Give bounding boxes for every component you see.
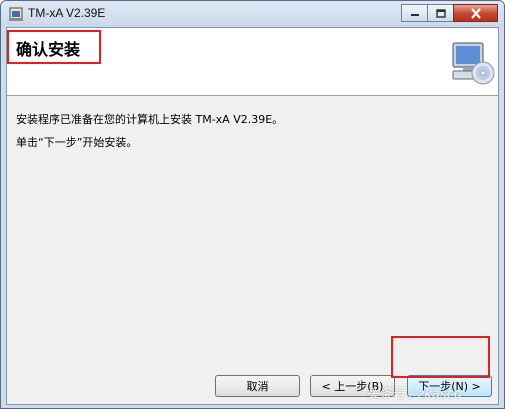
minimize-button[interactable] [401, 4, 428, 22]
next-highlight-box [391, 336, 490, 378]
watermark-text: 头条号 / zkasco [366, 387, 462, 402]
computer-cd-icon [452, 42, 495, 85]
maximize-icon [435, 8, 446, 18]
install-ready-text: 安装程序已准备在您的计算机上安装 TM-xA V2.39E。 [16, 113, 284, 126]
header-banner: 确认安装 [7, 28, 498, 96]
installer-app-icon [9, 7, 23, 21]
click-next-instruction: 单击“下一步”开始安装。 [16, 136, 138, 149]
title-bar[interactable]: TM-xA V2.39E [1, 1, 504, 27]
installer-window: TM-xA V2.39E 确认安装 安装程序已准备在您的计算机上安装 TM-xA… [0, 0, 505, 409]
page-title: 确认安装 [16, 40, 81, 59]
maximize-button[interactable] [427, 4, 454, 22]
close-button[interactable] [453, 4, 498, 22]
minimize-icon [410, 14, 419, 16]
close-icon [470, 7, 481, 19]
window-title: TM-xA V2.39E [28, 6, 106, 20]
window-controls [401, 4, 498, 22]
cancel-button[interactable]: 取消 [215, 375, 300, 397]
